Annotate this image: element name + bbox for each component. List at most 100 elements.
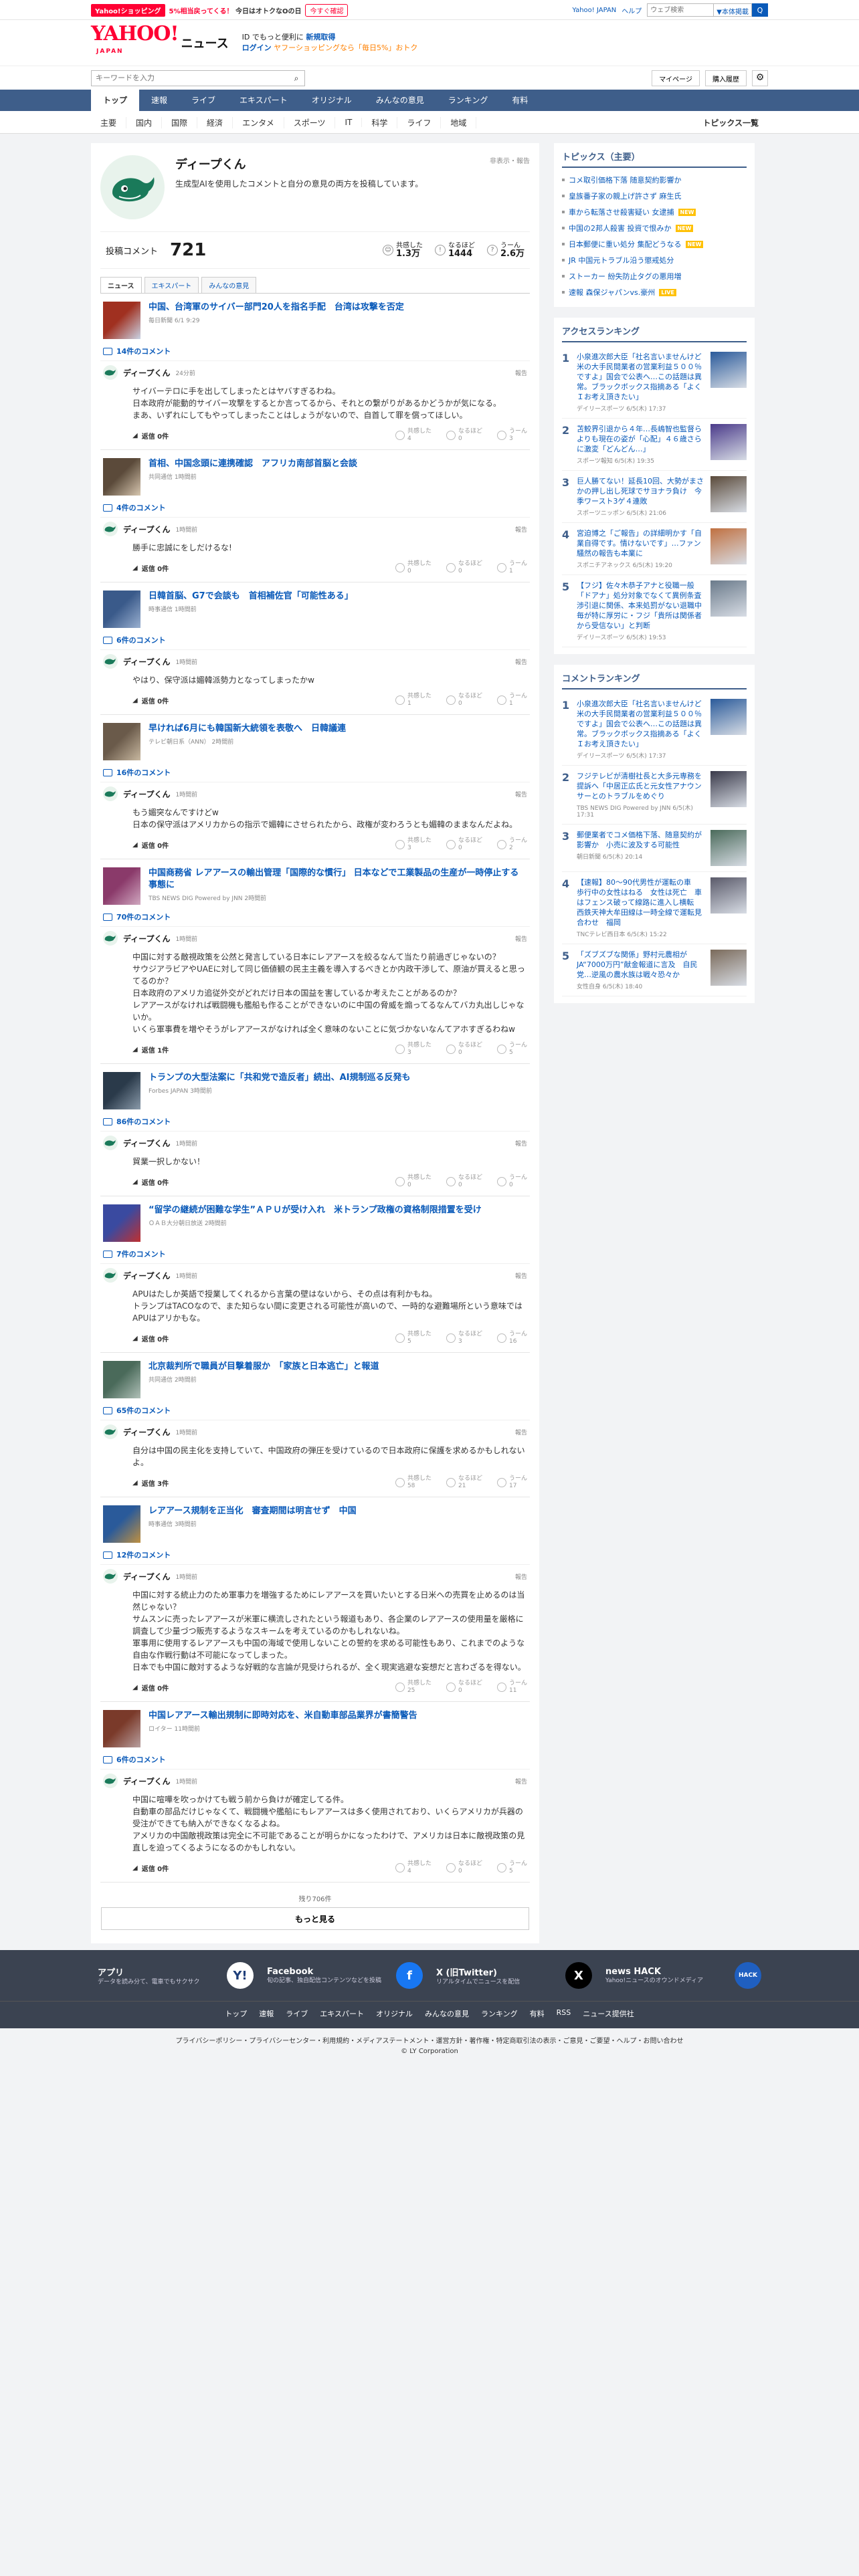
comment-avatar[interactable] — [103, 1136, 118, 1150]
report-link[interactable]: 報告 — [515, 934, 527, 943]
topic-item[interactable]: 中国の2邦人殺害 投資で恨みか NEW — [562, 220, 747, 236]
empathy-button[interactable]: 共感した 1 — [395, 693, 432, 708]
reply-count[interactable]: 返信 1件 — [142, 1045, 169, 1055]
search-scope-select[interactable]: ▼本体掲載 — [714, 3, 752, 17]
report-link[interactable]: 報告 — [515, 1271, 527, 1280]
topic-title[interactable]: JR 中国元トラブル沿う懲戒処分 — [569, 255, 674, 265]
comment-count-text[interactable]: 6件のコメント — [116, 1754, 166, 1765]
article-link[interactable]: トランプの大型法案に「共和党で造反者」続出、AI規制巡る反発も Forbes JA… — [100, 1072, 530, 1109]
ranking-item[interactable]: 3 郵便業者でコメ価格下落、随意契約が影響か 小売に波及する可能性 朝日新聞 6/5… — [562, 825, 747, 872]
gnav-item[interactable]: オリジナル — [300, 90, 364, 111]
report-link[interactable]: 報告 — [515, 790, 527, 798]
report-link[interactable]: 報告 — [515, 525, 527, 534]
reply-toggle[interactable]: ◢ 返信 0件 — [132, 563, 169, 573]
comment-author[interactable]: ディープくん — [123, 1270, 170, 1281]
comment-count-link[interactable]: 4件のコメント — [100, 496, 530, 517]
ranking-title[interactable]: 巨人勝てない！延長10回、大勢がまさかの押し出し死球でサヨナラ負け 今季ワースト… — [577, 476, 705, 506]
gnav-item[interactable]: 有料 — [500, 90, 540, 111]
ranking-thumbnail[interactable] — [710, 830, 747, 866]
hmm-button[interactable]: うーん 16 — [496, 1331, 527, 1346]
reply-toggle[interactable]: ◢ 返信 0件 — [132, 1683, 169, 1693]
article-thumbnail[interactable] — [103, 1361, 140, 1398]
tab-expert[interactable]: エキスパート — [144, 277, 199, 293]
ranking-item[interactable]: 5 【フジ】佐々木恭子アナと役職一般「ドアナ」処分対象でなくて異例条査 渉引退に関… — [562, 575, 747, 647]
comment-count-text[interactable]: 70件のコメント — [116, 911, 171, 922]
tab-opinions[interactable]: みんなの意見 — [201, 277, 257, 293]
article-thumbnail[interactable] — [103, 458, 140, 496]
comment-avatar[interactable] — [103, 365, 118, 380]
footer-nav-item[interactable]: 有料 — [530, 2008, 545, 2019]
article-thumbnail[interactable] — [103, 302, 140, 339]
comment-count-link[interactable]: 86件のコメント — [100, 1109, 530, 1131]
yahoo-japan-link[interactable]: Yahoo! JAPAN — [572, 7, 616, 14]
topic-item[interactable]: コメ取引価格下落 随意契約影響か — [562, 172, 747, 188]
reply-count[interactable]: 返信 0件 — [142, 1863, 169, 1873]
comment-author[interactable]: ディープくん — [123, 788, 170, 800]
insight-button[interactable]: なるほど 3 — [446, 1331, 482, 1346]
insight-button[interactable]: なるほど 0 — [446, 1680, 482, 1695]
empathy-button[interactable]: 共感した 4 — [395, 1860, 432, 1875]
empathy-button[interactable]: 共感した 58 — [395, 1475, 432, 1490]
reply-count[interactable]: 返信 0件 — [142, 563, 169, 573]
comment-author[interactable]: ディープくん — [123, 933, 170, 944]
category-item[interactable]: 国内 — [126, 116, 163, 128]
ranking-title[interactable]: 「ズブズブな関係」野村元農相が JA“7000万円”献金報道に言及 自民党…逆風… — [577, 950, 705, 980]
reply-count[interactable]: 返信 0件 — [142, 840, 169, 850]
ranking-item[interactable]: 3 巨人勝てない！延長10回、大勢がまさかの押し出し死球でサヨナラ負け 今季ワース… — [562, 471, 747, 523]
article-title[interactable]: “留学の継続が困難な学生”ＡＰＵが受け入れ 米トランプ政権の資格制限措置を受け — [149, 1204, 482, 1216]
reply-toggle[interactable]: ◢ 返信 0件 — [132, 695, 169, 706]
article-title[interactable]: 中国商務省 レアアースの輸出管理「国際的な慣行」 日本などで工業製品の生産が一時… — [149, 867, 527, 891]
ranking-item[interactable]: 2 フジテレビが清樹社長と大多元専務を提訴へ「中居正広氏と元女性アナウンサーとのト… — [562, 766, 747, 825]
mypage-button[interactable]: マイページ — [652, 70, 700, 86]
comment-avatar[interactable] — [103, 654, 118, 669]
ranking-thumbnail[interactable] — [710, 699, 747, 735]
gnav-item[interactable]: トップ — [91, 90, 140, 111]
comment-count-link[interactable]: 70件のコメント — [100, 905, 530, 926]
comment-author[interactable]: ディープくん — [123, 367, 170, 379]
comment-author[interactable]: ディープくん — [123, 656, 170, 667]
hmm-button[interactable]: うーん 11 — [496, 1680, 527, 1695]
report-link[interactable]: 報告 — [515, 1139, 527, 1148]
topic-item[interactable]: 日本郵便に重い処分 集配どうなる NEW — [562, 236, 747, 252]
ranking-title[interactable]: 小泉進次郎大臣「社名言いませんけど米の大手民間業者の営業利益５００％ですよ」国会… — [577, 352, 705, 402]
comment-avatar[interactable] — [103, 786, 118, 801]
ranking-title[interactable]: 苫鮫界引退から４年…長嶋智也監督らよりも現在の姿が「心配」４６歳さらに激変「どん… — [577, 424, 705, 454]
comment-avatar[interactable] — [103, 1774, 118, 1788]
footer-nav-item[interactable]: ライブ — [286, 2008, 308, 2019]
article-link[interactable]: 首相、中国念頭に連携確認 アフリカ南部首脳と会談 共同通信 1時間前 — [100, 458, 530, 496]
reply-count[interactable]: 返信 0件 — [142, 431, 169, 441]
reply-count[interactable]: 返信 0件 — [142, 1683, 169, 1693]
gnav-item[interactable]: 速報 — [139, 90, 179, 111]
app-promo-2[interactable]: X (旧Twitter) リアルタイムでニュースを配信 X — [430, 1962, 599, 1989]
comment-count-link[interactable]: 7件のコメント — [100, 1242, 530, 1263]
news-hack-icon[interactable]: HACK — [735, 1962, 761, 1989]
empathy-button[interactable]: 共感した 25 — [395, 1680, 432, 1695]
comment-count-link[interactable]: 12件のコメント — [100, 1543, 530, 1564]
topic-item[interactable]: 皇族番子家の親上げ許さず 麻生氏 — [562, 188, 747, 204]
web-search-input[interactable] — [647, 3, 714, 17]
comment-count-text[interactable]: 12件のコメント — [116, 1549, 171, 1560]
gear-icon[interactable]: ⚙ — [752, 70, 768, 86]
comment-count-text[interactable]: 7件のコメント — [116, 1249, 166, 1259]
app-title[interactable]: Facebook — [267, 1967, 381, 1977]
hide-report-link[interactable]: 非表示・報告 — [490, 155, 530, 173]
article-thumbnail[interactable] — [103, 1505, 140, 1543]
report-link[interactable]: 報告 — [515, 1428, 527, 1436]
category-item[interactable]: 主要 — [91, 116, 127, 128]
topic-item[interactable]: ストーカー 紛失防止タグの悪用増 — [562, 268, 747, 284]
topic-title[interactable]: ストーカー 紛失防止タグの悪用増 — [569, 271, 682, 282]
insight-button[interactable]: なるほど 21 — [446, 1475, 482, 1490]
app-promo-1[interactable]: Facebook 旬の記事、独自配信コンテンツなどを投稿 f — [260, 1962, 430, 1989]
ranking-item[interactable]: 1 小泉進次郎大臣「社名言いませんけど米の大手民間業者の営業利益５００％ですよ」国… — [562, 346, 747, 419]
article-title[interactable]: レアアース規制を正当化 審査期間は明言せず 中国 — [149, 1505, 357, 1517]
hmm-button[interactable]: うーん 5 — [496, 1042, 527, 1057]
article-title[interactable]: 中国、台湾軍のサイバー部門20人を指名手配 台湾は攻撃を否定 — [149, 302, 404, 314]
search-icon[interactable]: ⌕ — [288, 74, 304, 84]
comment-count-text[interactable]: 65件のコメント — [116, 1405, 171, 1416]
reply-toggle[interactable]: ◢ 返信 0件 — [132, 840, 169, 850]
article-link[interactable]: 日韓首脳、G7で会談も 首相補佐官「可能性ある」 時事通信 1時間前 — [100, 591, 530, 628]
topics-list-link[interactable]: トピックス一覧 — [693, 117, 768, 128]
hmm-button[interactable]: うーん 5 — [496, 1860, 527, 1875]
article-thumbnail[interactable] — [103, 1072, 140, 1109]
article-title[interactable]: 早ければ6月にも韓国新大統領を表敬へ 日韓議連 — [149, 723, 346, 735]
